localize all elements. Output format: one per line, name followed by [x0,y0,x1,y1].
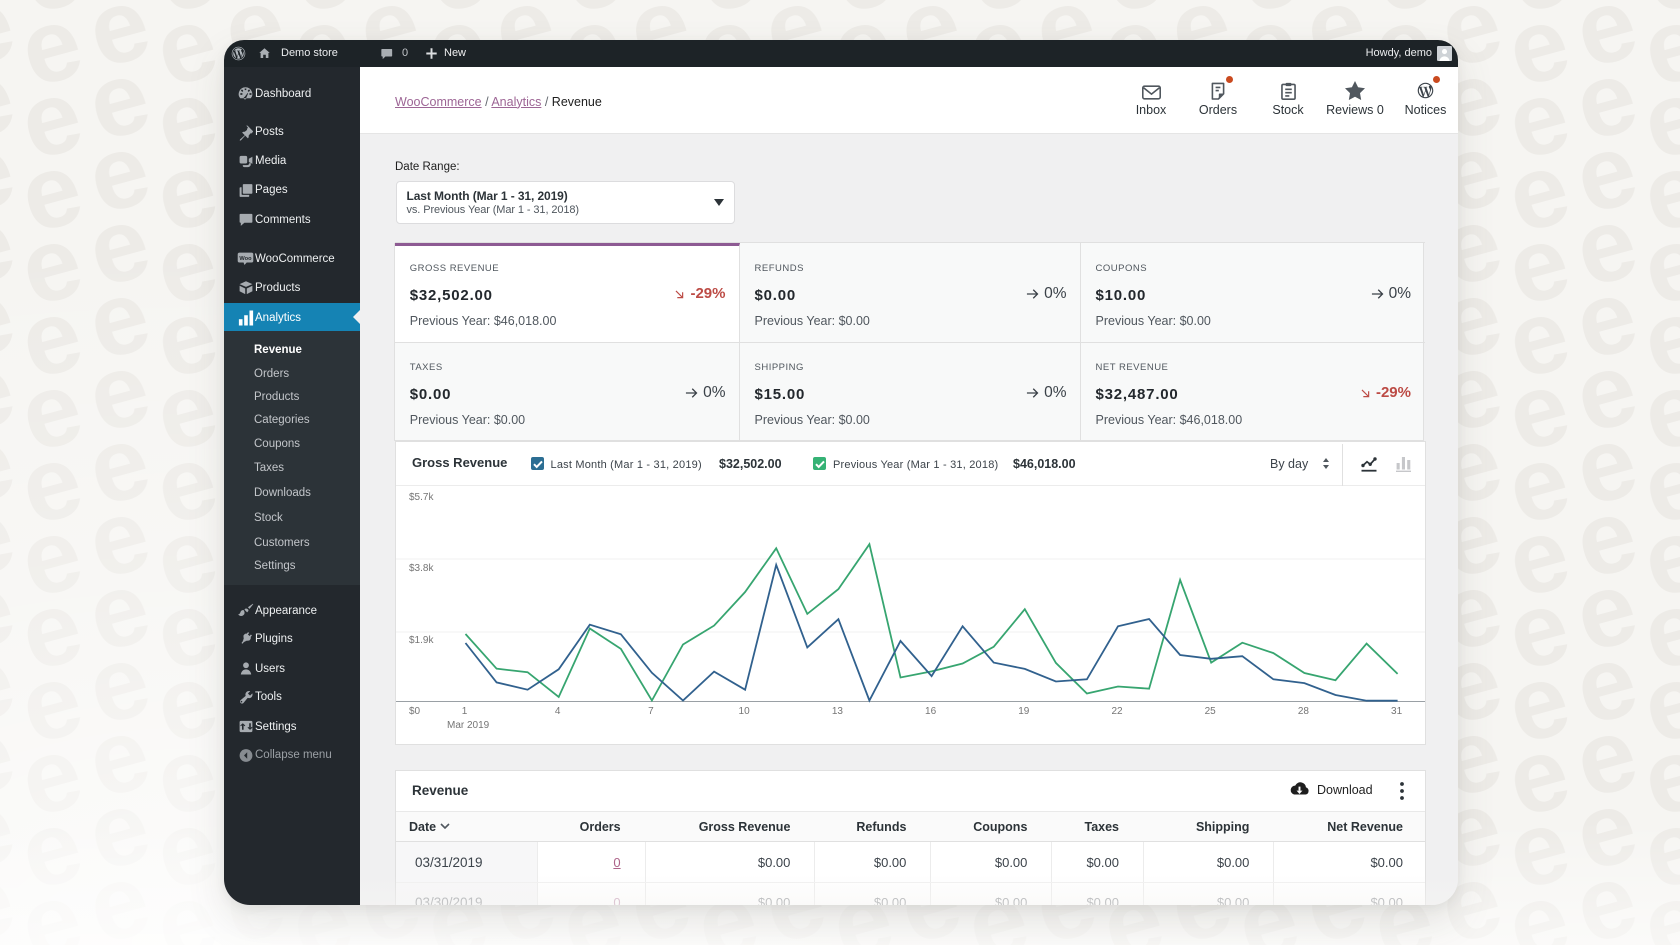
svg-text:$3.8k: $3.8k [409,563,434,574]
svg-text:10: 10 [739,706,751,717]
svg-text:19: 19 [1018,706,1030,717]
svg-text:31: 31 [1391,706,1403,717]
svg-text:1: 1 [462,706,468,717]
svg-text:4: 4 [555,706,561,717]
svg-text:Mar 2019: Mar 2019 [447,720,490,731]
svg-text:$0: $0 [409,706,421,717]
svg-text:22: 22 [1111,706,1123,717]
svg-text:7: 7 [648,706,654,717]
svg-text:13: 13 [832,706,844,717]
svg-text:25: 25 [1205,706,1217,717]
svg-text:$5.7k: $5.7k [409,492,434,503]
svg-text:16: 16 [925,706,937,717]
svg-text:$1.9k: $1.9k [409,635,434,646]
svg-text:Woo: Woo [239,256,252,262]
svg-text:28: 28 [1298,706,1310,717]
